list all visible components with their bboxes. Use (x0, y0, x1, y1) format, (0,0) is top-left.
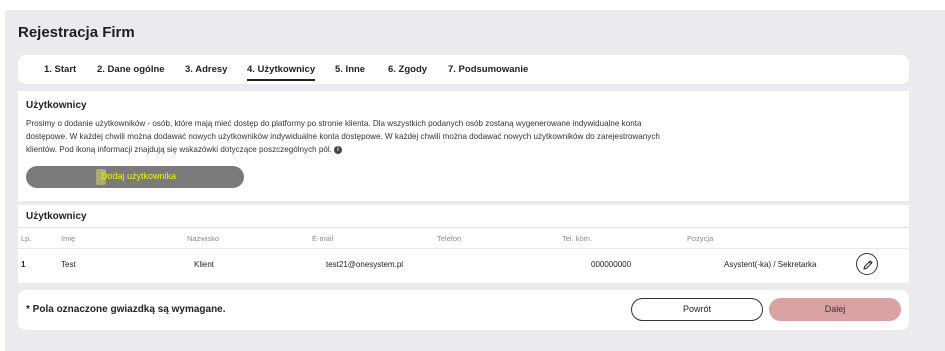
cell-tel-kom: 000000000 (591, 260, 632, 269)
column-header-tel-kom: Tel. kom. (562, 234, 593, 243)
cell-lp: 1 (21, 260, 26, 269)
info-icon[interactable]: i (333, 145, 342, 154)
table-title: Użytkownicy (26, 211, 87, 222)
cell-imie: Test (61, 260, 76, 269)
step-tabs: 1. Start 2. Dane ogólne 3. Adresy 4. Uży… (18, 55, 909, 84)
cell-pozycja: Asystent(-ka) / Sekretarka (724, 260, 817, 269)
cell-nazwisko: Klient (194, 260, 215, 269)
column-header-nazwisko: Nazwisko (187, 234, 220, 243)
tab-uzytkownicy[interactable]: 4. Użytkownicy (247, 64, 316, 81)
users-table-section: Użytkownicy (18, 205, 909, 283)
tab-inne[interactable]: 5. Inne (335, 64, 365, 75)
column-header-email: E-mail (312, 234, 334, 243)
column-header-telefon: Telefon (437, 234, 462, 243)
description-line: dostępowe. W każdej chwili można dodawać… (26, 132, 660, 141)
users-info-section: Użytkownicy Prosimy o dodanie użytkownik… (18, 91, 909, 201)
required-fields-note: * Pola oznaczone gwiazdką są wymagane. (26, 304, 226, 315)
column-header-imie: Imię (61, 234, 76, 243)
divider (18, 227, 909, 228)
page-title: Rejestracja Firm (18, 24, 135, 41)
edit-user-button[interactable] (856, 253, 878, 275)
description-line: klientów. Pod ikoną informacji znajdują … (26, 143, 746, 156)
tab-zgody[interactable]: 6. Zgody (388, 64, 427, 75)
tab-adresy[interactable]: 3. Adresy (185, 64, 227, 75)
tab-podsumowanie[interactable]: 7. Podsumowanie (448, 64, 528, 75)
pencil-icon (863, 260, 873, 270)
column-header-lp: Lp. (21, 234, 32, 243)
tab-dane-ogolne[interactable]: 2. Dane ogólne (97, 64, 165, 75)
description-text: klientów. Pod ikoną informacji znajdują … (26, 145, 332, 154)
description-line: Prosimy o dodanie użytkowników - osób, k… (26, 119, 642, 128)
form-footer: * Pola oznaczone gwiazdką są wymagane. P… (18, 290, 909, 330)
add-user-label: Dodaj użytkownika (101, 171, 177, 181)
section-title: Użytkownicy (26, 100, 87, 111)
column-header-pozycja: Pozycja (687, 234, 714, 243)
back-button[interactable]: Powrót (631, 298, 763, 321)
next-button[interactable]: Dalej (769, 298, 901, 321)
divider (18, 248, 909, 249)
add-user-button[interactable]: Dodaj użytkownika (26, 166, 244, 188)
tab-start[interactable]: 1. Start (44, 64, 76, 75)
cell-email: test21@onesystem.pl (326, 260, 404, 269)
users-description: Prosimy o dodanie użytkowników - osób, k… (26, 117, 746, 156)
